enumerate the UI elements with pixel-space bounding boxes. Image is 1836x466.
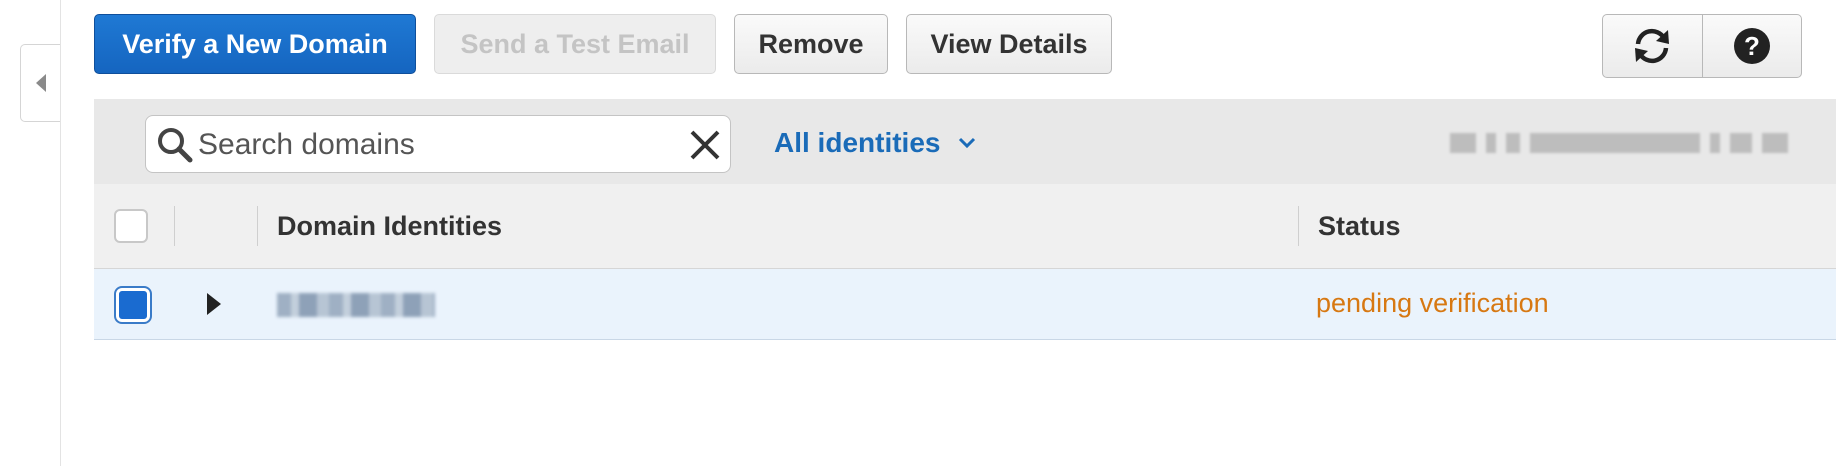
refresh-icon: [1635, 28, 1670, 64]
column-separator: [257, 206, 258, 246]
column-header-domain[interactable]: Domain Identities: [277, 206, 502, 246]
svg-text:?: ?: [1744, 31, 1760, 61]
refresh-button[interactable]: [1603, 15, 1702, 77]
identities-filter-dropdown[interactable]: All identities: [774, 123, 976, 163]
view-details-button[interactable]: View Details: [906, 14, 1112, 74]
pagination-info: [1438, 121, 1836, 165]
filter-bar: All identities: [94, 99, 1836, 185]
send-test-email-button[interactable]: Send a Test Email: [434, 14, 716, 74]
table-row[interactable]: pending verification: [94, 269, 1836, 340]
left-rail-divider: [60, 0, 61, 466]
chevron-left-icon: [35, 74, 46, 92]
help-button[interactable]: ?: [1701, 15, 1802, 77]
help-icon: ?: [1733, 28, 1770, 64]
chevron-down-icon: [959, 137, 976, 149]
row-checkbox[interactable]: [116, 288, 150, 322]
identities-filter-label: All identities: [774, 127, 941, 158]
status-label: pending verification: [1316, 288, 1549, 318]
column-separator: [1298, 206, 1299, 246]
remove-button[interactable]: Remove: [734, 14, 888, 74]
search-box: [145, 115, 731, 173]
table-header: Domain Identities Status: [94, 184, 1836, 269]
column-separator: [174, 206, 175, 246]
domain-name[interactable]: [277, 293, 435, 317]
verify-new-domain-button[interactable]: Verify a New Domain: [94, 14, 416, 74]
search-icon: [158, 128, 193, 163]
select-all-checkbox[interactable]: [114, 209, 148, 243]
toolbar-icon-group: ?: [1602, 14, 1802, 78]
collapse-sidebar-button[interactable]: [20, 44, 60, 122]
column-header-status[interactable]: Status: [1318, 206, 1401, 246]
search-input[interactable]: [196, 124, 670, 166]
close-icon[interactable]: [688, 128, 722, 162]
expand-row-icon[interactable]: [207, 293, 221, 315]
